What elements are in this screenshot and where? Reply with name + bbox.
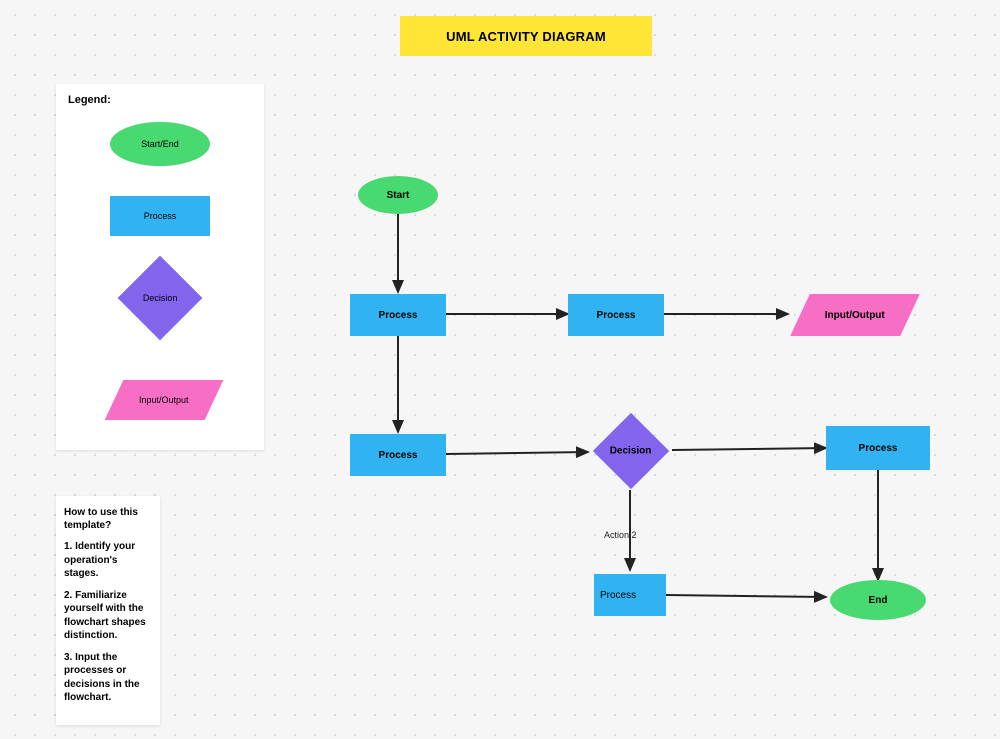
howto-step-3: 3. Input the processes or decisions in t… xyxy=(64,651,152,705)
howto-panel: How to use this template? 1. Identify yo… xyxy=(56,496,160,725)
edge-label-action2: Action 2 xyxy=(604,530,637,540)
legend-panel: Legend: Start/End Process Decision Input… xyxy=(56,84,264,450)
node-decision[interactable]: Decision xyxy=(593,413,669,489)
node-process-2-label: Process xyxy=(597,310,636,321)
legend-decision: Decision xyxy=(118,256,203,341)
legend-io: Input/Output xyxy=(105,380,224,420)
node-process-5[interactable]: Process xyxy=(594,574,666,616)
howto-step-2: 2. Familiarize yourself with the flowcha… xyxy=(64,589,152,643)
legend-title: Legend: xyxy=(68,94,111,106)
howto-step-1: 1. Identify your operation's stages. xyxy=(64,540,152,581)
node-process-2[interactable]: Process xyxy=(568,294,664,336)
node-io-1[interactable]: Input/Output xyxy=(790,294,920,336)
legend-start-end-label: Start/End xyxy=(141,139,179,149)
legend-io-label: Input/Output xyxy=(139,395,189,405)
node-process-4[interactable]: Process xyxy=(826,426,930,470)
node-decision-label: Decision xyxy=(610,446,652,457)
node-process-5-label: Process xyxy=(600,590,636,601)
node-io-1-label: Input/Output xyxy=(825,310,885,321)
legend-decision-label: Decision xyxy=(143,293,178,303)
legend-process-label: Process xyxy=(144,211,177,221)
legend-start-end: Start/End xyxy=(110,122,210,166)
node-process-3[interactable]: Process xyxy=(350,434,446,476)
node-process-4-label: Process xyxy=(859,443,898,454)
legend-process: Process xyxy=(110,196,210,236)
node-start[interactable]: Start xyxy=(358,176,438,214)
node-process-3-label: Process xyxy=(379,450,418,461)
node-process-1[interactable]: Process xyxy=(350,294,446,336)
node-end-label: End xyxy=(869,595,888,606)
node-start-label: Start xyxy=(387,190,410,201)
node-end[interactable]: End xyxy=(830,580,926,620)
page-title: UML ACTIVITY DIAGRAM xyxy=(400,16,652,56)
node-process-1-label: Process xyxy=(379,310,418,321)
howto-title: How to use this template? xyxy=(64,506,152,532)
